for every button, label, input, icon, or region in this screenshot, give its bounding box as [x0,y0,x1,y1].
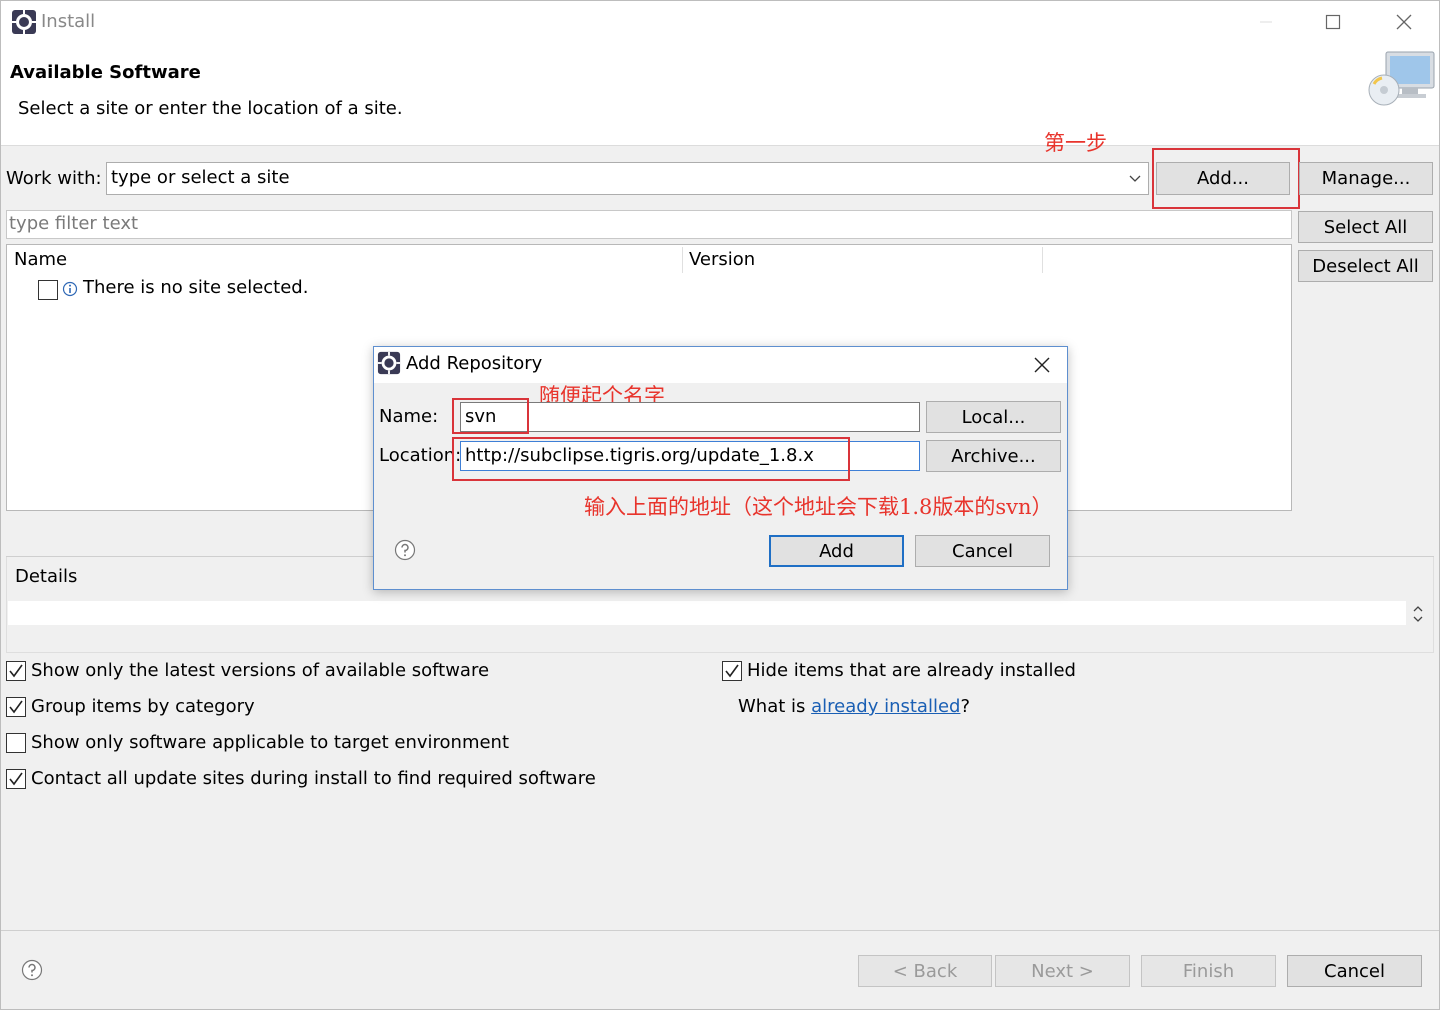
details-text-area[interactable] [8,601,1406,625]
local-button[interactable]: Local... [926,401,1061,433]
maximize-button[interactable] [1316,6,1350,38]
archive-button[interactable]: Archive... [926,440,1061,472]
repository-name-field[interactable] [460,402,920,432]
hide-installed-checkbox[interactable] [722,661,742,681]
already-installed-link[interactable]: already installed [811,696,960,717]
deselect-all-button[interactable]: Deselect All [1298,250,1433,282]
contact-sites-label[interactable]: Contact all update sites during install … [31,768,596,789]
hide-installed-label[interactable]: Hide items that are already installed [747,660,1076,681]
manage-sites-button[interactable]: Manage... [1299,162,1433,195]
what-is-installed-text: What is already installed? [738,696,970,717]
title-bar [1,1,1439,45]
location-label: Location: [379,445,462,466]
maximize-icon [1325,14,1341,30]
column-header-name[interactable]: Name [14,249,67,270]
close-icon [1396,14,1412,30]
install-wizard-banner-icon [1366,48,1438,112]
next-button[interactable]: Next > [995,955,1130,987]
column-divider[interactable] [1042,247,1043,273]
filter-placeholder: type filter text [9,213,139,234]
latest-versions-checkbox[interactable] [6,661,26,681]
details-label: Details [15,566,78,587]
row-checkbox[interactable] [38,280,58,300]
filter-input[interactable] [6,210,1292,239]
group-by-category-label[interactable]: Group items by category [31,696,255,717]
add-repository-button[interactable]: Add [769,535,904,567]
target-env-label[interactable]: Show only software applicable to target … [31,732,509,753]
help-icon[interactable] [394,539,416,561]
page-subtitle: Select a site or enter the location of a… [18,98,403,119]
annotation-step-one: 第一步 [1044,131,1107,155]
help-icon[interactable] [21,959,43,981]
column-header-version[interactable]: Version [689,249,755,270]
contact-sites-checkbox[interactable] [6,769,26,789]
work-with-value: type or select a site [111,167,290,188]
close-window-button[interactable] [1387,6,1421,38]
dialog-title: Add Repository [406,353,543,374]
cancel-dialog-button[interactable]: Cancel [915,535,1050,567]
minimize-icon [1260,21,1272,23]
target-env-checkbox[interactable] [6,733,26,753]
column-divider[interactable] [682,247,683,273]
table-row: There is no site selected. [83,277,309,298]
highlight-location-field [452,437,850,481]
select-all-button[interactable]: Select All [1298,211,1433,243]
what-is-suffix: ? [960,696,971,717]
finish-button[interactable]: Finish [1141,955,1276,987]
annotation-location-hint: 输入上面的地址（这个地址会下载1.8版本的svn） [584,495,1053,519]
highlight-name-field [452,398,529,434]
what-is-prefix: What is [738,696,812,717]
cancel-wizard-button[interactable]: Cancel [1287,955,1422,987]
eclipse-app-icon [11,9,37,35]
page-title: Available Software [10,62,201,83]
chevron-down-icon[interactable] [1126,170,1144,188]
wizard-header [1,45,1439,146]
name-label: Name: [379,406,439,427]
group-by-category-checkbox[interactable] [6,697,26,717]
highlight-add-button [1152,148,1300,209]
back-button[interactable]: < Back [858,955,992,987]
close-icon [1034,357,1050,373]
footer-divider [1,930,1439,931]
close-dialog-button[interactable] [1031,354,1053,376]
work-with-label: Work with: [6,168,102,189]
latest-versions-label[interactable]: Show only the latest versions of availab… [31,660,489,681]
info-icon [62,281,78,297]
details-scroll-icon[interactable] [1410,602,1426,626]
minimize-button[interactable] [1249,6,1283,38]
window-title: Install [41,11,96,32]
eclipse-app-icon [377,351,401,375]
